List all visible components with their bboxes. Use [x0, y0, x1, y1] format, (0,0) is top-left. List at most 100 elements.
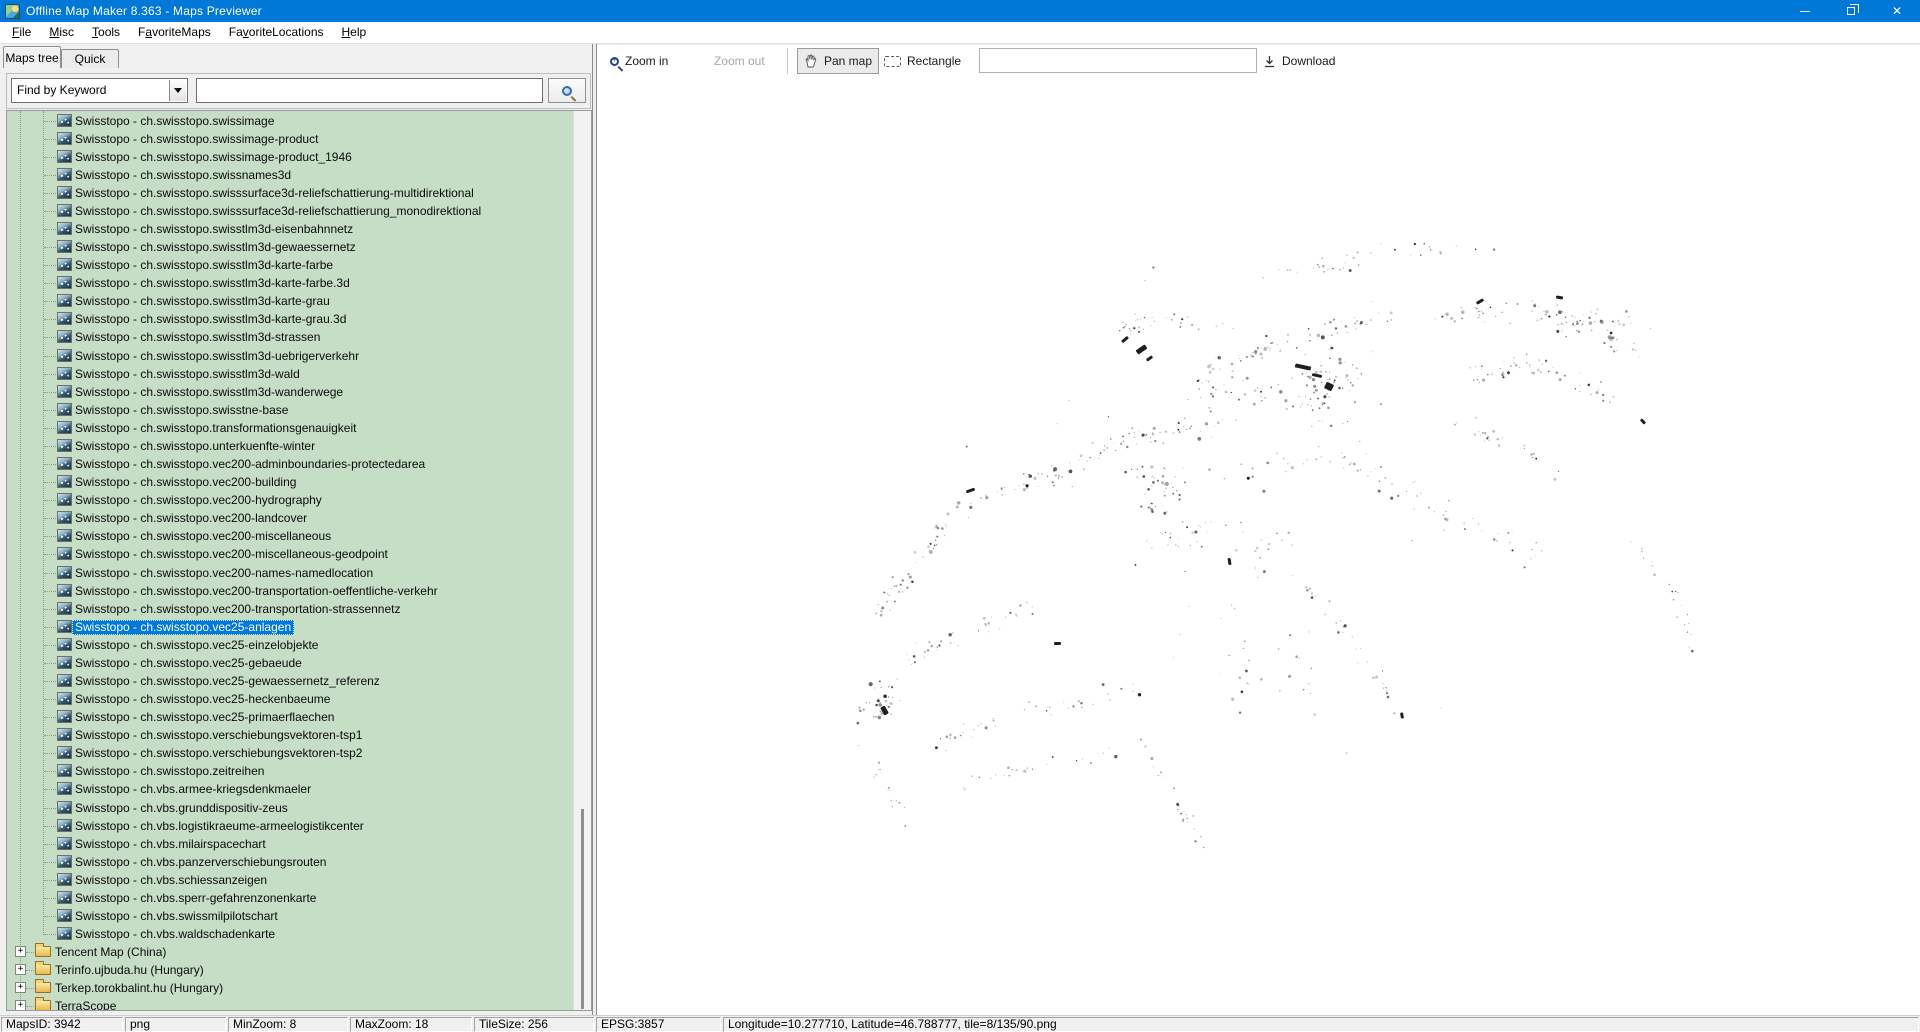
tab-quick-goto[interactable]: Quick goto: [61, 49, 119, 68]
map-layer-icon: [57, 294, 72, 307]
menu-file[interactable]: File: [3, 22, 40, 44]
tree-item[interactable]: Swisstopo - ch.vbs.milairspacechart: [7, 835, 567, 853]
tree-item[interactable]: Swisstopo - ch.swisstopo.vec200-transpor…: [7, 600, 567, 618]
find-mode-value: Find by Keyword: [17, 83, 106, 97]
tree-item[interactable]: Swisstopo - ch.swisstopo.swissimage: [7, 112, 567, 130]
tree-item[interactable]: Swisstopo - ch.swisstopo.swisstlm3d-eise…: [7, 220, 567, 238]
scrollbar-thumb[interactable]: [581, 809, 584, 1009]
tree-connector: [44, 121, 56, 122]
expand-plus-icon[interactable]: +: [15, 982, 26, 993]
tree-item[interactable]: Swisstopo - ch.swisstopo.swisstlm3d-kart…: [7, 292, 567, 310]
expand-plus-icon[interactable]: +: [15, 1000, 26, 1011]
tree-item[interactable]: Swisstopo - ch.vbs.swissmilpilotschart: [7, 907, 567, 925]
tree-item[interactable]: Swisstopo - ch.swisstopo.vec200-names-na…: [7, 564, 567, 582]
menu-tools[interactable]: Tools: [83, 22, 129, 44]
close-button[interactable]: ✕: [1874, 0, 1920, 22]
map-layer-icon: [57, 385, 72, 398]
find-mode-select[interactable]: Find by Keyword: [11, 78, 188, 103]
tree-item[interactable]: Swisstopo - ch.swisstopo.swisstlm3d-stra…: [7, 328, 567, 346]
tree-item[interactable]: Swisstopo - ch.swisstopo.vec25-primaerfl…: [7, 708, 567, 726]
pan-map-button[interactable]: Pan map: [797, 48, 879, 74]
tree-item-label: Swisstopo - ch.swisstopo.vec200-miscella…: [72, 529, 334, 544]
tree-item[interactable]: Swisstopo - ch.swisstopo.vec25-gebaeude: [7, 654, 567, 672]
tree-rows: Swisstopo - ch.swisstopo.swissimageSwiss…: [7, 111, 574, 1010]
rectangle-button[interactable]: Rectangle: [884, 48, 961, 74]
tree-item[interactable]: Swisstopo - ch.swisstopo.swisstlm3d-wand…: [7, 383, 567, 401]
expand-plus-icon[interactable]: +: [15, 964, 26, 975]
menu-favoritemaps[interactable]: FavoriteMaps: [129, 22, 220, 44]
map-canvas[interactable]: [597, 76, 1920, 1015]
tree-item[interactable]: Swisstopo - ch.swisstopo.vec200-transpor…: [7, 582, 567, 600]
tree-item-label: Swisstopo - ch.vbs.schiessanzeigen: [72, 873, 270, 888]
map-scatter-layer: [597, 76, 1920, 1015]
tree-connector: [44, 826, 56, 827]
map-layer-icon: [57, 547, 72, 560]
tab-maps-tree[interactable]: Maps tree: [3, 46, 61, 68]
tree-item[interactable]: Swisstopo - ch.swisstopo.swisstlm3d-kart…: [7, 256, 567, 274]
tree-item[interactable]: Swisstopo - ch.vbs.waldschadenkarte: [7, 925, 567, 943]
tree-item[interactable]: Swisstopo - ch.swisstopo.vec25-einzelobj…: [7, 636, 567, 654]
restore-button[interactable]: [1828, 0, 1874, 22]
search-button[interactable]: [548, 78, 586, 103]
tree-item[interactable]: Swisstopo - ch.swisstopo.swissimage-prod…: [7, 130, 567, 148]
tree-item[interactable]: Swisstopo - ch.swisstopo.vec25-heckenbae…: [7, 690, 567, 708]
minimize-icon: [1800, 11, 1810, 12]
tree-item[interactable]: Swisstopo - ch.swisstopo.vec25-gewaesser…: [7, 672, 567, 690]
tree-scrollbar[interactable]: [573, 111, 591, 1010]
tree-item[interactable]: Swisstopo - ch.swisstopo.swisstlm3d-gewa…: [7, 238, 567, 256]
tree-item[interactable]: Swisstopo - ch.vbs.grunddispositiv-zeus: [7, 799, 567, 817]
tree-item[interactable]: Swisstopo - ch.vbs.schiessanzeigen: [7, 871, 567, 889]
tree-root-folder[interactable]: +Terinfo.ujbuda.hu (Hungary): [7, 961, 567, 979]
tree-item-label: Swisstopo - ch.swisstopo.swissimage: [72, 114, 277, 129]
status-panel: MaxZoom: 18: [350, 1017, 472, 1032]
tree-item[interactable]: Swisstopo - ch.swisstopo.transformations…: [7, 419, 567, 437]
menu-favoritelocations[interactable]: FavoriteLocations: [220, 22, 333, 44]
tree-item[interactable]: Swisstopo - ch.vbs.panzerverschiebungsro…: [7, 853, 567, 871]
tree-connector: [44, 681, 56, 682]
tree-item[interactable]: Swisstopo - ch.vbs.logistikraeume-armeel…: [7, 817, 567, 835]
tree-item[interactable]: Swisstopo - ch.swisstopo.vec200-miscella…: [7, 527, 567, 545]
tree-item[interactable]: Swisstopo - ch.swisstopo.swissnames3d: [7, 166, 567, 184]
tree-item[interactable]: Swisstopo - ch.swisstopo.swisstlm3d-uebr…: [7, 347, 567, 365]
zoom-in-button[interactable]: Zoom in: [610, 48, 668, 74]
tree-item[interactable]: Swisstopo - ch.vbs.armee-kriegsdenkmaele…: [7, 780, 567, 798]
tree-item[interactable]: Swisstopo - ch.swisstopo.swisstne-base: [7, 401, 567, 419]
window-title: Offline Map Maker 8.363 - Maps Previewer: [26, 4, 262, 18]
tree-connector: [44, 139, 56, 140]
tree-root-folder[interactable]: +Terkep.torokbalint.hu (Hungary): [7, 979, 567, 997]
tree-item[interactable]: Swisstopo - ch.swisstopo.vec200-adminbou…: [7, 455, 567, 473]
tree-item[interactable]: Swisstopo - ch.swisstopo.swisssurface3d-…: [7, 184, 567, 202]
tree-item[interactable]: Swisstopo - ch.swisstopo.unterkuenfte-wi…: [7, 437, 567, 455]
expand-plus-icon[interactable]: +: [15, 946, 26, 957]
tree-item[interactable]: Swisstopo - ch.swisstopo.vec200-landcove…: [7, 509, 567, 527]
menu-help[interactable]: Help: [333, 22, 376, 44]
minimize-button[interactable]: [1782, 0, 1828, 22]
tree-item-label: Swisstopo - ch.swisstopo.vec200-landcove…: [72, 511, 310, 526]
tree-connector: [44, 898, 56, 899]
tree-item[interactable]: Swisstopo - ch.swisstopo.vec25-anlagen: [7, 618, 567, 636]
tree-root-folder[interactable]: +Tencent Map (China): [7, 943, 567, 961]
combo-dropdown-button[interactable]: [169, 80, 186, 101]
tree-item[interactable]: Swisstopo - ch.swisstopo.swisstlm3d-wald: [7, 365, 567, 383]
download-button[interactable]: Download: [1263, 48, 1335, 74]
tree-item[interactable]: Swisstopo - ch.swisstopo.swisstlm3d-kart…: [7, 310, 567, 328]
tree-item[interactable]: Swisstopo - ch.swisstopo.swisstlm3d-kart…: [7, 274, 567, 292]
tree-item[interactable]: Swisstopo - ch.swisstopo.verschiebungsve…: [7, 744, 567, 762]
location-input[interactable]: [979, 48, 1257, 73]
keyword-input[interactable]: [196, 78, 543, 103]
menu-misc[interactable]: Misc: [40, 22, 83, 44]
tree-item[interactable]: Swisstopo - ch.swisstopo.verschiebungsve…: [7, 726, 567, 744]
tree-connector: [44, 374, 56, 375]
tree-item[interactable]: Swisstopo - ch.swisstopo.vec200-hydrogra…: [7, 491, 567, 509]
folder-icon: [35, 982, 51, 993]
tree-connector: [26, 970, 34, 971]
tree-item[interactable]: Swisstopo - ch.swisstopo.swissimage-prod…: [7, 148, 567, 166]
tree-root-folder[interactable]: +TerraScope: [7, 997, 567, 1011]
tree-item[interactable]: Swisstopo - ch.swisstopo.swisssurface3d-…: [7, 202, 567, 220]
tree-item[interactable]: Swisstopo - ch.swisstopo.vec200-building: [7, 473, 567, 491]
folder-icon: [35, 1000, 51, 1011]
tree-connector: [44, 536, 56, 537]
tree-item[interactable]: Swisstopo - ch.vbs.sperr-gefahrenzonenka…: [7, 889, 567, 907]
tree-item[interactable]: Swisstopo - ch.swisstopo.vec200-miscella…: [7, 545, 567, 563]
tree-item[interactable]: Swisstopo - ch.swisstopo.zeitreihen: [7, 762, 567, 780]
